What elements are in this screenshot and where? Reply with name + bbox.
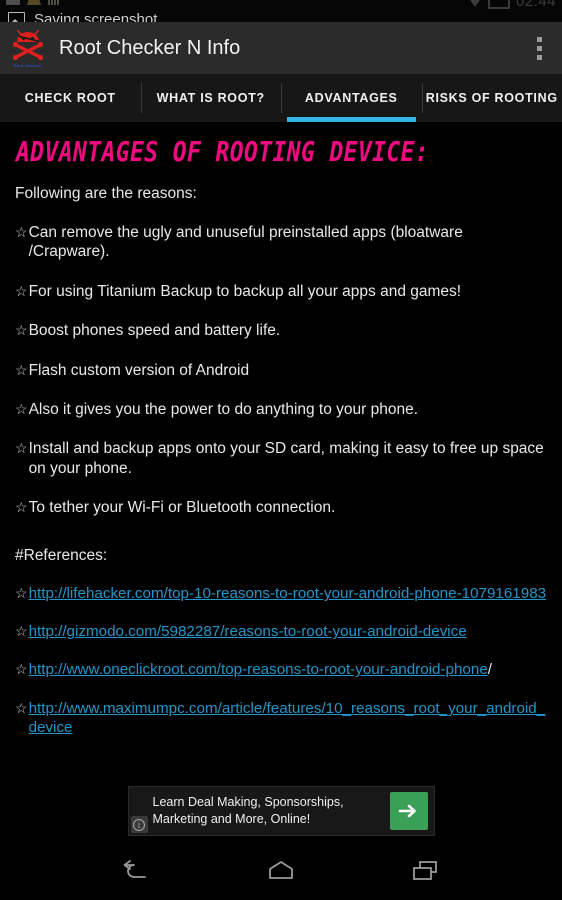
app-icon-brand-text: Root Checker [13, 63, 43, 68]
tab-label: ADVANTAGES [304, 91, 398, 105]
list-item: ☆ http://lifehacker.com/top-10-reasons-t… [15, 584, 547, 603]
tab-what-is-root[interactable]: WHAT IS ROOT? [140, 74, 282, 122]
screenshot-icon [6, 0, 20, 5]
star-icon: ☆ [15, 361, 28, 378]
star-icon: ☆ [15, 499, 28, 515]
ad-text-line-1: Learn Deal Making, Sponsorships, [152, 795, 344, 810]
tab-label: CHECK ROOT [24, 91, 116, 105]
star-icon: ☆ [15, 700, 28, 717]
action-bar: Root Checker Root Checker N Info [0, 22, 562, 74]
list-item: ☆ Flash custom version of Android [15, 361, 547, 380]
overflow-dot [536, 45, 542, 51]
ad-banner-container: Learn Deal Making, Sponsorships, Marketi… [0, 786, 562, 836]
wifi-icon [467, 0, 482, 7]
list-item: ☆ Install and backup apps onto your SD c… [15, 439, 547, 478]
star-icon: ☆ [15, 322, 28, 339]
overflow-dot [536, 54, 542, 60]
list-item: ☆ Boost phones speed and battery life. [15, 321, 547, 340]
ad-info-icon[interactable]: i [130, 816, 148, 833]
root-checker-android-pirate-icon: Root Checker [9, 29, 47, 68]
section-heading: ADVANTAGES OF ROOTING DEVICE: [16, 137, 430, 169]
tab-label: WHAT IS ROOT? [156, 91, 265, 105]
list-item: ☆ Also it gives you the power to do anyt… [15, 400, 547, 419]
ad-text: Learn Deal Making, Sponsorships, Marketi… [129, 794, 390, 828]
list-item-text: Can remove the ugly and unuseful preinst… [28, 224, 463, 261]
android-navigation-bar [0, 842, 562, 900]
reference-link-lifehacker[interactable]: http://lifehacker.com/top-10-reasons-to-… [29, 584, 547, 603]
list-item: ☆ http://www.maximumpc.com/article/featu… [15, 699, 547, 737]
references-heading: #References: [15, 547, 108, 565]
reference-link-gizmodo[interactable]: http://gizmodo.com/5982287/reasons-to-ro… [29, 622, 467, 641]
list-item-text: Flash custom version of Android [28, 361, 250, 379]
star-icon: ☆ [15, 585, 28, 602]
tab-label: RISKS OF ROOTING [425, 91, 558, 105]
list-item-text: To tether your Wi-Fi or Bluetooth connec… [28, 499, 336, 516]
list-item: ☆ To tether your Wi-Fi or Bluetooth conn… [15, 498, 547, 517]
star-icon: ☆ [15, 623, 28, 640]
star-icon: ☆ [15, 661, 28, 678]
reference-link-maximumpc[interactable]: http://www.maximumpc.com/article/feature… [29, 699, 547, 737]
sd-card-icon [27, 0, 41, 5]
intro-text: Following are the reasons: [15, 185, 197, 202]
home-button-icon[interactable] [258, 851, 304, 891]
recent-apps-button-icon[interactable] [402, 851, 448, 891]
list-item-text: Boost phones speed and battery life. [28, 322, 281, 340]
star-icon: ☆ [15, 400, 28, 417]
list-item-text: For using Titanium Backup to backup all … [28, 282, 462, 300]
notification-text: Saving screenshot [34, 10, 158, 23]
back-button-icon[interactable] [114, 851, 160, 891]
ad-text-line-2: Marketing and More, Online! [152, 812, 311, 826]
list-item: ☆ Can remove the ugly and unuseful prein… [15, 223, 547, 262]
notification-saving-screenshot[interactable]: Saving screenshot [0, 8, 562, 22]
screenshot-notification-icon [8, 12, 25, 22]
overflow-dot [536, 36, 542, 42]
star-icon: ☆ [15, 224, 28, 240]
ad-banner[interactable]: Learn Deal Making, Sponsorships, Marketi… [127, 786, 435, 836]
list-item: ☆ http://www.oneclickroot.com/top-reason… [15, 660, 547, 680]
status-bar-left-icons [6, 0, 62, 5]
tab-risks-of-rooting[interactable]: RISKS OF ROOTING [421, 74, 562, 122]
tab-check-root[interactable]: CHECK ROOT [0, 74, 141, 122]
reference-link-oneclickroot[interactable]: http://www.oneclickroot.com/top-reasons-… [29, 661, 488, 678]
tab-advantages[interactable]: ADVANTAGES [281, 74, 422, 122]
list-item-text: Also it gives you the power to do anythi… [28, 400, 419, 418]
page-title: Root Checker N Info [59, 36, 241, 59]
status-bar[interactable]: 02:44 Saving screenshot [0, 0, 562, 22]
list-item-text: Install and backup apps onto your SD car… [28, 440, 544, 477]
list-item: ☆ http://gizmodo.com/5982287/reasons-to-… [15, 622, 547, 641]
tab-bar: CHECK ROOT WHAT IS ROOT? ADVANTAGES RISK… [0, 74, 562, 122]
ad-info-glyph: i [133, 818, 145, 831]
content-scroll-area[interactable]: ADVANTAGES OF ROOTING DEVICE: Following … [0, 122, 562, 762]
arrow-right-icon[interactable] [389, 792, 428, 830]
star-icon: ☆ [15, 440, 28, 457]
star-icon: ☆ [15, 282, 28, 299]
reference-link-trailing-slash: / [487, 661, 493, 679]
tab-selected-indicator [287, 117, 416, 122]
overflow-menu-icon[interactable] [522, 26, 556, 70]
list-item: ☆ For using Titanium Backup to backup al… [15, 282, 547, 301]
signal-bars-icon [48, 0, 62, 5]
